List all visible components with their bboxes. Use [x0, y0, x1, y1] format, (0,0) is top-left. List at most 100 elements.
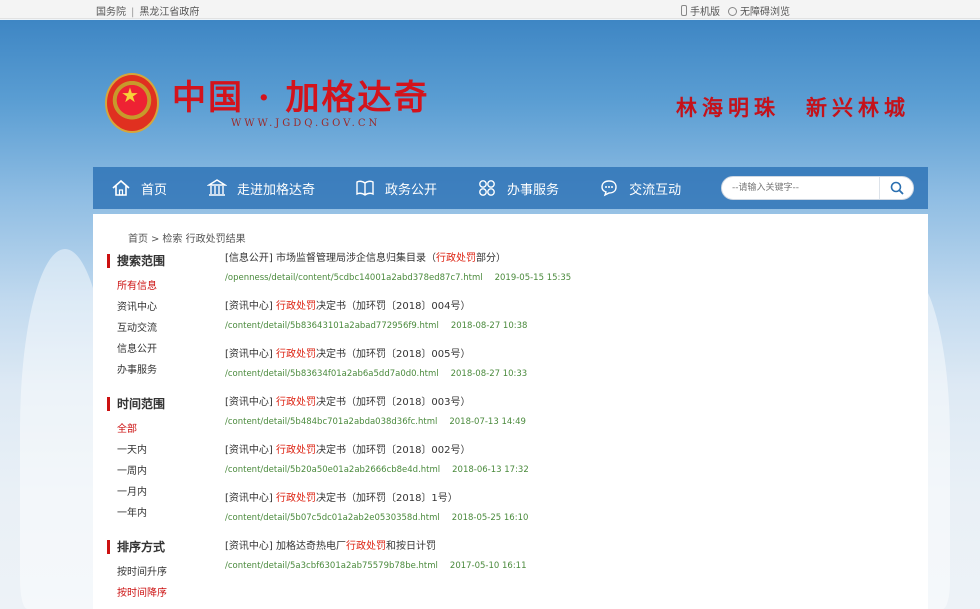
result-keyword-highlight: 行政处罚: [275, 301, 316, 312]
nav-label: 办事服务: [507, 182, 560, 198]
nav-item-interaction[interactable]: 交流互动: [599, 167, 681, 209]
home-icon: [112, 179, 130, 196]
result-title-link[interactable]: [资讯中心] 加格达奇热电厂行政处罚和按日计罚: [225, 539, 915, 555]
filter-group-scope: 搜索范围 所有信息 资讯中心 互动交流 信息公开 办事服务: [107, 254, 207, 381]
search-icon: [890, 181, 904, 195]
result-title-suffix: 部分）: [475, 253, 506, 264]
accessibility-label: 无障碍浏览: [740, 7, 790, 18]
filter-scope-services[interactable]: 办事服务: [107, 360, 207, 381]
result-item: [资讯中心] 行政处罚决定书（加环罚〔2018〕005号） /content/d…: [225, 347, 915, 395]
result-item: [资讯中心] 行政处罚决定书（加环罚〔2018〕003号） /content/d…: [225, 395, 915, 443]
filter-scope-news[interactable]: 资讯中心: [107, 297, 207, 318]
filter-group-title: 时间范围: [107, 397, 207, 411]
result-title-suffix: 决定书（加环罚〔2018〕002号）: [315, 445, 471, 456]
breadcrumb: 首页 > 检索 行政处罚结果: [128, 230, 246, 245]
result-title-suffix: 决定书（加环罚〔2018〕005号）: [315, 349, 471, 360]
filter-time-year[interactable]: 一年内: [107, 503, 207, 524]
result-title-link[interactable]: [资讯中心] 行政处罚决定书（加环罚〔2018〕002号）: [225, 443, 915, 459]
result-url: /openness/detail/content/5cdbc14001a2abd…: [225, 273, 483, 283]
chat-icon: [601, 180, 617, 197]
result-title-link[interactable]: [资讯中心] 行政处罚决定书（加环罚〔2018〕004号）: [225, 299, 915, 315]
result-title-prefix: [资讯中心]: [225, 493, 276, 504]
filter-group-title: 搜索范围: [107, 254, 207, 268]
search-results: [信息公开] 市场监督管理局涉企信息归集目录（行政处罚部分） /openness…: [225, 251, 915, 587]
result-date: 2018-05-25 16:10: [451, 513, 529, 523]
link-state-council[interactable]: 国务院: [96, 7, 126, 18]
filter-scope-interaction[interactable]: 互动交流: [107, 318, 207, 339]
result-title-link[interactable]: [资讯中心] 行政处罚决定书（加环罚〔2018〕005号）: [225, 347, 915, 363]
result-keyword-highlight: 行政处罚: [435, 253, 476, 264]
accessibility-icon: [728, 7, 737, 16]
result-keyword-highlight: 行政处罚: [275, 397, 316, 408]
filter-group-sort: 排序方式 按时间升序 按时间降序: [107, 540, 207, 604]
site-title: 中国 · 加格达奇: [172, 78, 430, 118]
result-keyword-highlight: 行政处罚: [275, 493, 316, 504]
grid-icon: [479, 180, 495, 196]
result-meta: /content/detail/5b83634f01a2ab6a5dd7a0d0…: [225, 368, 915, 381]
result-title-prefix: [资讯中心]: [225, 301, 276, 312]
result-date: 2019-05-15 15:35: [494, 273, 572, 283]
filter-group-title: 排序方式: [107, 540, 207, 554]
result-title-prefix: [资讯中心]: [225, 445, 276, 456]
result-url: /content/detail/5b83634f01a2ab6a5dd7a0d0…: [225, 369, 439, 379]
result-date: 2018-07-13 14:49: [449, 417, 526, 427]
search-filter-sidebar: 搜索范围 所有信息 资讯中心 互动交流 信息公开 办事服务 时间范围 全部 一天…: [107, 254, 207, 609]
filter-time-month[interactable]: 一月内: [107, 482, 207, 503]
accessibility-link[interactable]: 无障碍浏览: [728, 3, 790, 18]
result-title-prefix: [资讯中心]: [225, 397, 276, 408]
result-date: 2018-08-27 10:38: [450, 321, 528, 331]
result-meta: /content/detail/5b484bc701a2abda038d36fc…: [225, 416, 915, 429]
book-icon: [356, 180, 374, 196]
nav-label: 走进加格达奇: [237, 182, 316, 198]
national-emblem-logo: ★: [105, 73, 159, 133]
result-url: /content/detail/5a3cbf6301a2ab75579b78be…: [225, 561, 438, 571]
search-box: [721, 176, 914, 200]
result-item: [资讯中心] 行政处罚决定书（加环罚〔2018〕1号） /content/det…: [225, 491, 915, 539]
result-title-link[interactable]: [资讯中心] 行政处罚决定书（加环罚〔2018〕003号）: [225, 395, 915, 411]
breadcrumb-home[interactable]: 首页: [128, 234, 148, 245]
result-title-link[interactable]: [资讯中心] 行政处罚决定书（加环罚〔2018〕1号）: [225, 491, 915, 507]
nav-item-about[interactable]: 走进加格达奇: [207, 167, 315, 209]
separator: |: [131, 7, 135, 18]
result-keyword-highlight: 行政处罚: [275, 349, 316, 360]
site-url: WWW.JGDQ.GOV.CN: [231, 118, 381, 129]
filter-time-day[interactable]: 一天内: [107, 440, 207, 461]
filter-scope-disclosure[interactable]: 信息公开: [107, 339, 207, 360]
nav-label: 交流互动: [629, 182, 682, 198]
result-title-prefix: [信息公开] 市场监督管理局涉企信息归集目录（: [225, 253, 436, 264]
mobile-version-label: 手机版: [690, 7, 720, 18]
result-title-suffix: 和按日计罚: [385, 541, 436, 552]
result-date: 2018-06-13 17:32: [452, 465, 529, 475]
result-item: [信息公开] 市场监督管理局涉企信息归集目录（行政处罚部分） /openness…: [225, 251, 915, 299]
phone-icon: [681, 5, 687, 16]
result-title-prefix: [资讯中心]: [225, 349, 276, 360]
result-title-link[interactable]: [信息公开] 市场监督管理局涉企信息归集目录（行政处罚部分）: [225, 251, 915, 267]
nav-label: 政务公开: [385, 182, 438, 198]
top-tools: 手机版 无障碍浏览: [681, 3, 790, 18]
nav-item-home[interactable]: 首页: [111, 167, 167, 209]
filter-time-all[interactable]: 全部: [107, 419, 207, 440]
result-title-suffix: 决定书（加环罚〔2018〕004号）: [315, 301, 471, 312]
result-meta: /content/detail/5b07c5dc01a2ab2e0530358d…: [225, 512, 915, 525]
building-icon: [207, 179, 228, 196]
result-keyword-highlight: 行政处罚: [345, 541, 386, 552]
mobile-version-link[interactable]: 手机版: [681, 3, 720, 18]
filter-time-week[interactable]: 一周内: [107, 461, 207, 482]
result-item: [资讯中心] 行政处罚决定书（加环罚〔2018〕004号） /content/d…: [225, 299, 915, 347]
filter-scope-all[interactable]: 所有信息: [107, 276, 207, 297]
search-input[interactable]: [722, 177, 880, 199]
nav-item-gov-affairs[interactable]: 政务公开: [355, 167, 437, 209]
link-province-gov[interactable]: 黑龙江省政府: [139, 7, 199, 18]
nav-item-services[interactable]: 办事服务: [477, 167, 559, 209]
result-url: /content/detail/5b484bc701a2abda038d36fc…: [225, 417, 438, 427]
result-url: /content/detail/5b83643101a2abad772956f9…: [225, 321, 439, 331]
sort-time-asc[interactable]: 按时间升序: [107, 562, 207, 583]
result-keyword-highlight: 行政处罚: [275, 445, 316, 456]
sort-time-desc[interactable]: 按时间降序: [107, 583, 207, 604]
result-url: /content/detail/5b07c5dc01a2ab2e0530358d…: [225, 513, 440, 523]
search-button[interactable]: [879, 177, 913, 199]
result-meta: /openness/detail/content/5cdbc14001a2abd…: [225, 272, 915, 285]
content-panel: 首页 > 检索 行政处罚结果 搜索范围 所有信息 资讯中心 互动交流 信息公开 办事…: [93, 214, 928, 609]
result-title-suffix: 决定书（加环罚〔2018〕003号）: [315, 397, 471, 408]
result-meta: /content/detail/5a3cbf6301a2ab75579b78be…: [225, 560, 915, 573]
